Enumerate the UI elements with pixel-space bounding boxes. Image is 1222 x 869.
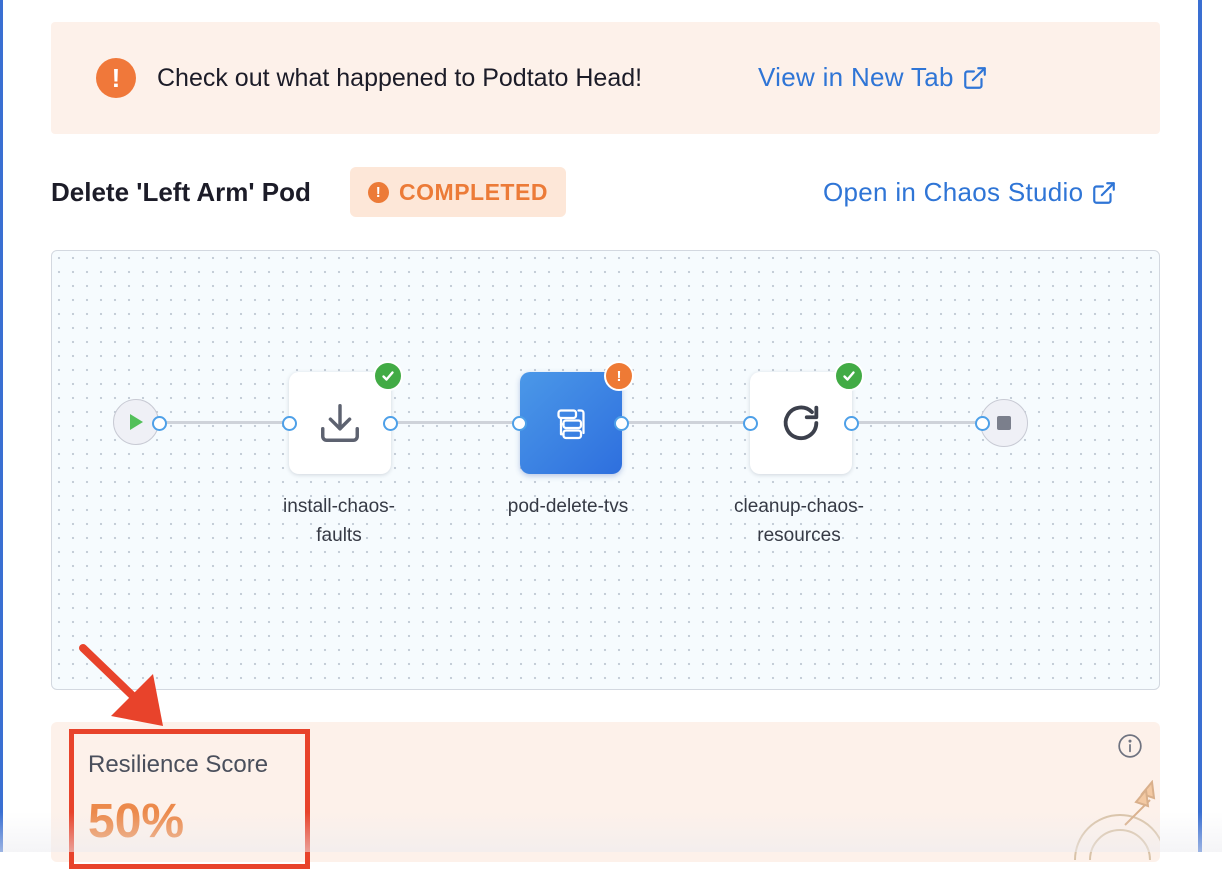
step-port[interactable] (152, 416, 167, 431)
step-label-cleanup-chaos-resources: cleanup-chaos- resources (709, 492, 889, 550)
step-install-chaos-faults[interactable] (289, 361, 403, 474)
step-label-line: pod-delete-tvs (507, 496, 629, 517)
open-in-chaos-studio-link[interactable]: Open in Chaos Studio (823, 177, 1117, 208)
podtato-head-banner: ! Check out what happened to Podtato Hea… (51, 22, 1160, 134)
success-check-icon (373, 361, 403, 391)
step-label-line: install-chaos- (283, 496, 395, 517)
info-icon[interactable] (1117, 733, 1143, 759)
step-label-pod-delete-tvs: pod-delete-tvs (478, 492, 658, 521)
step-port[interactable] (975, 416, 990, 431)
pipeline-edge (852, 421, 980, 424)
step-port[interactable] (844, 416, 859, 431)
stop-icon (997, 416, 1011, 430)
step-port[interactable] (743, 416, 758, 431)
view-in-new-tab-link[interactable]: View in New Tab (758, 62, 988, 93)
step-port[interactable] (282, 416, 297, 431)
open-in-chaos-studio-label: Open in Chaos Studio (823, 177, 1084, 207)
annotation-arrow-icon (79, 644, 163, 726)
warning-icon: ! (368, 181, 390, 203)
step-label-line: cleanup-chaos- (734, 496, 864, 517)
step-port[interactable] (383, 416, 398, 431)
external-link-icon (1093, 181, 1116, 204)
status-badge: ! COMPLETED (350, 167, 566, 217)
play-icon (130, 414, 143, 430)
step-label-line: faults (316, 525, 362, 546)
step-cleanup-chaos-resources[interactable] (750, 361, 864, 474)
step-label-line: resources (757, 525, 841, 546)
warning-circle-icon: ! (96, 58, 136, 98)
decorative-target-illustration (1074, 780, 1160, 860)
step-port[interactable] (614, 416, 629, 431)
success-check-icon (834, 361, 864, 391)
step-port[interactable] (512, 416, 527, 431)
window-edge (1202, 0, 1222, 852)
refresh-icon (783, 405, 819, 441)
step-label-install-chaos-faults: install-chaos- faults (249, 492, 429, 550)
view-in-new-tab-label: View in New Tab (758, 62, 954, 92)
external-link-icon (963, 66, 986, 89)
banner-message: Check out what happened to Podtato Head! (157, 64, 643, 92)
status-label: COMPLETED (399, 178, 548, 205)
warning-badge-icon: ! (604, 361, 634, 391)
pipeline-edge (622, 421, 750, 424)
chaos-fault-icon (557, 409, 585, 440)
pipeline-edge (391, 421, 519, 424)
download-icon (321, 404, 359, 442)
annotation-highlight-box (69, 729, 310, 869)
pipeline-edge (160, 421, 288, 424)
step-pod-delete-tvs[interactable]: ! (520, 361, 634, 474)
window-border-left (0, 0, 3, 852)
experiment-title: Delete 'Left Arm' Pod (51, 177, 311, 207)
